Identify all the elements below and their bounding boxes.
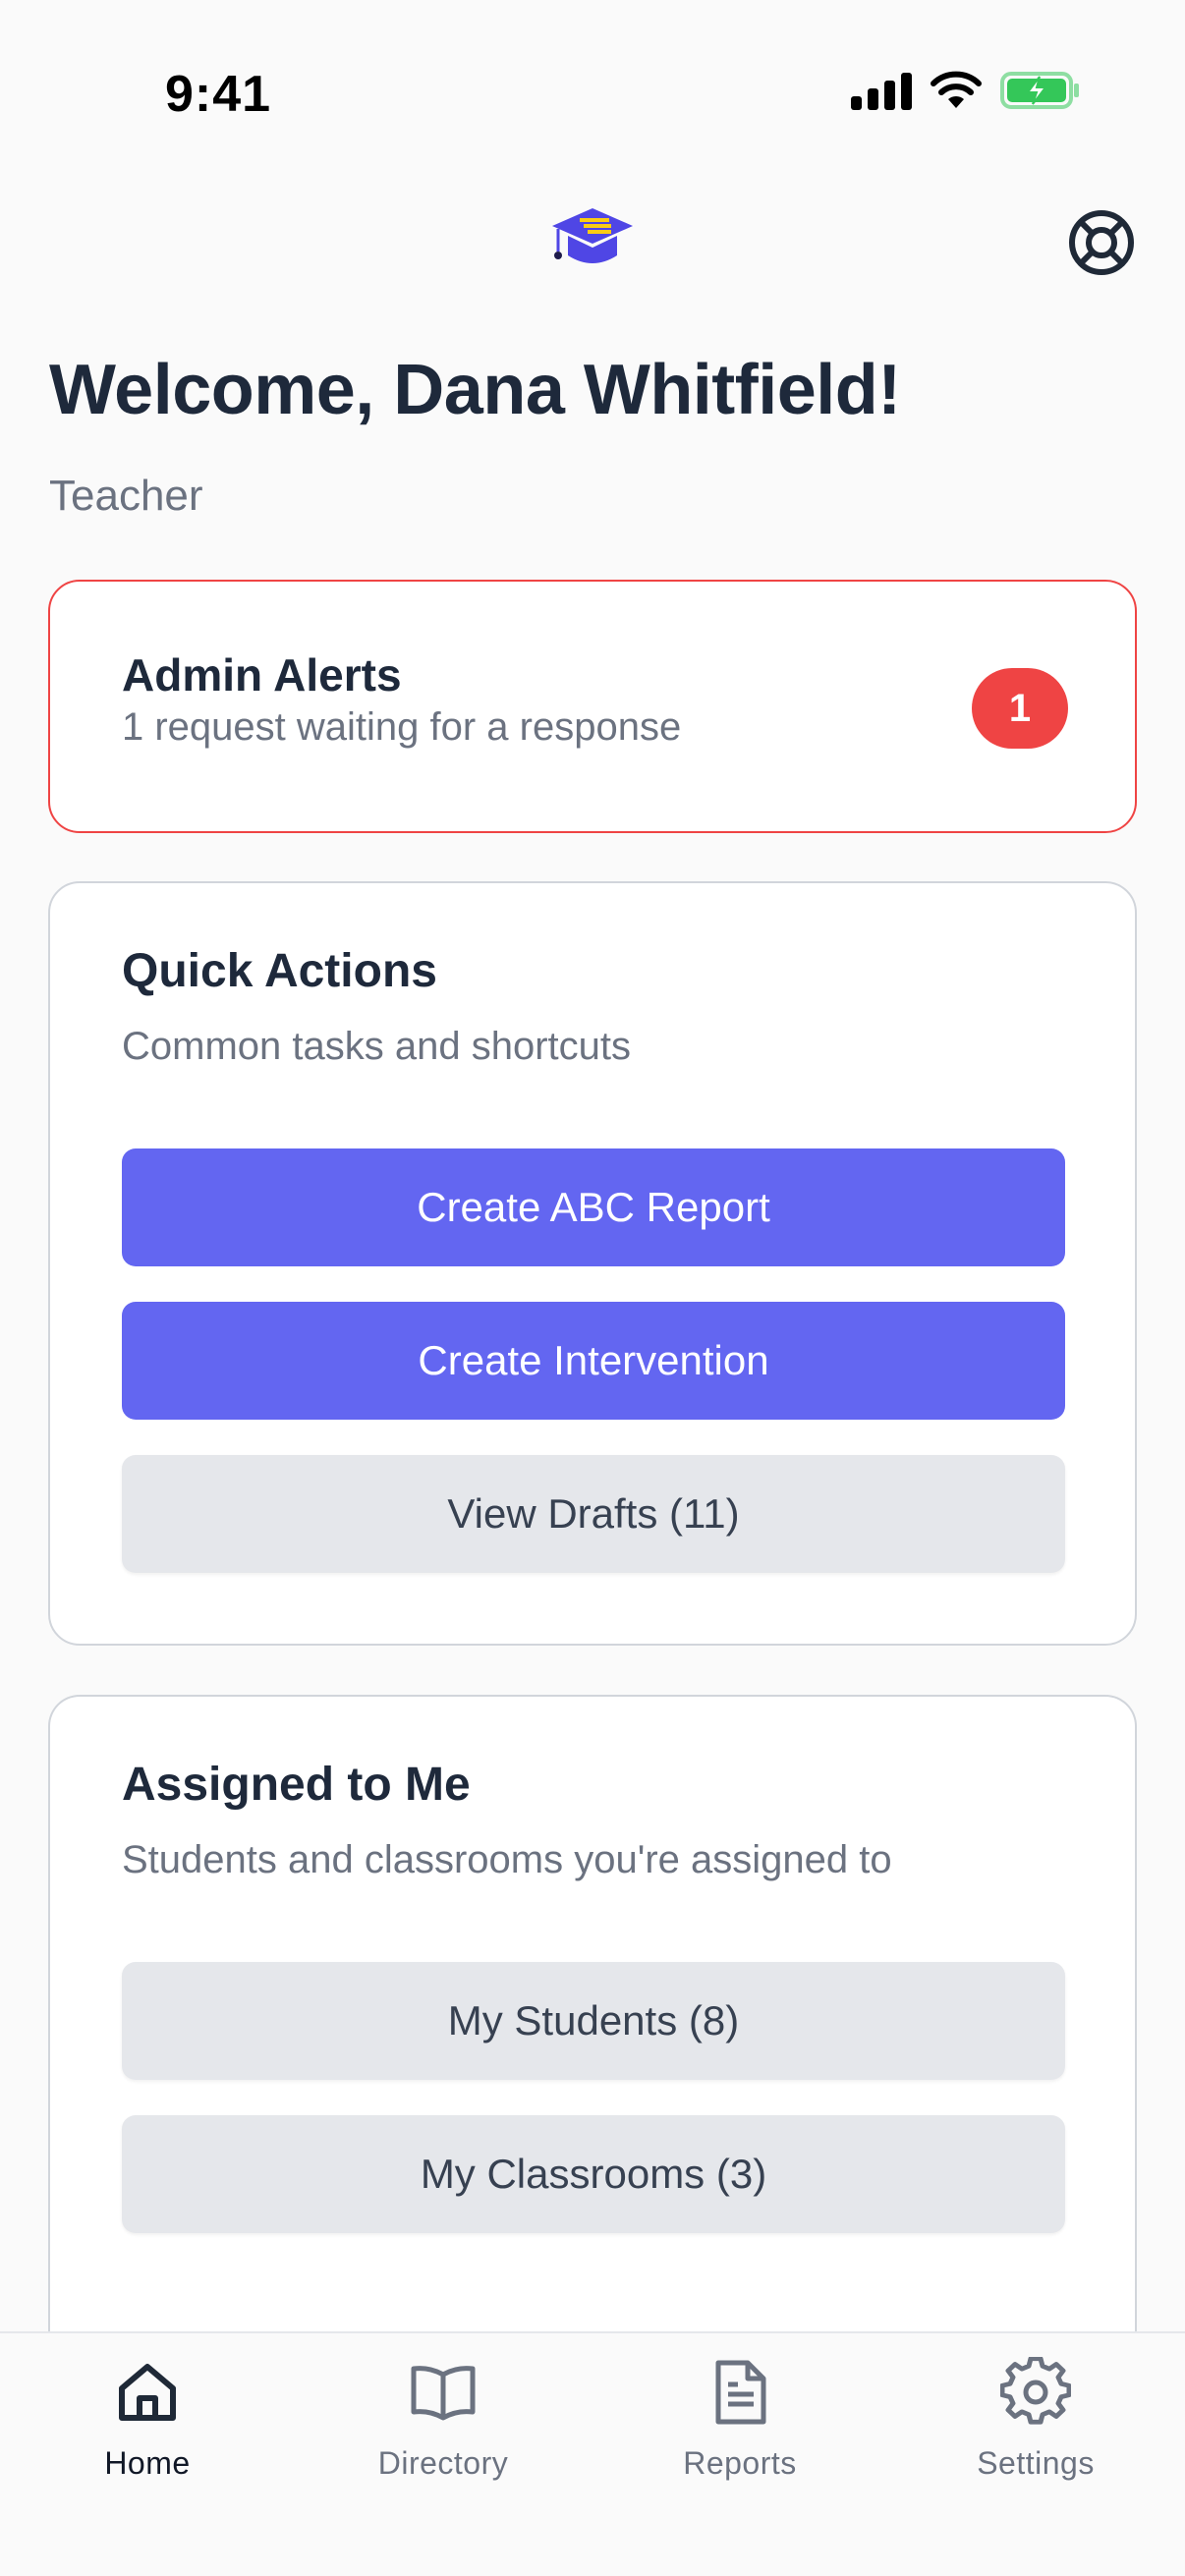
view-drafts-button[interactable]: View Drafts (11) xyxy=(122,1455,1065,1573)
tab-reports-label: Reports xyxy=(683,2445,797,2481)
tab-reports[interactable]: Reports xyxy=(632,2357,848,2494)
quick-actions-card: Quick Actions Common tasks and shortcuts… xyxy=(48,881,1137,1646)
document-icon xyxy=(715,2360,766,2425)
status-time: 9:41 xyxy=(165,66,272,123)
admin-alerts-card[interactable]: Admin Alerts 1 request waiting for a res… xyxy=(48,580,1137,833)
battery-charging-icon xyxy=(1000,72,1079,109)
welcome-heading: Welcome, Dana Whitfield! xyxy=(49,351,901,429)
book-icon xyxy=(411,2366,476,2421)
tab-directory[interactable]: Directory xyxy=(335,2357,551,2494)
tab-settings[interactable]: Settings xyxy=(928,2357,1144,2494)
assigned-title: Assigned to Me xyxy=(122,1759,471,1811)
quick-actions-subtitle: Common tasks and shortcuts xyxy=(122,1025,631,1068)
tab-directory-label: Directory xyxy=(377,2445,509,2481)
wifi-icon xyxy=(931,71,982,108)
gear-icon xyxy=(1000,2357,1071,2425)
home-screen: 9:41 Welcome, Dana Whitfield! Teacher Ad… xyxy=(0,0,1185,2576)
graduation-cap-logo-icon xyxy=(552,208,633,263)
home-icon xyxy=(119,2364,176,2421)
bottom-tab-bar: Home Directory Reports Settings xyxy=(0,2331,1185,2576)
admin-alerts-title: Admin Alerts xyxy=(122,649,402,700)
assigned-to-me-card: Assigned to Me Students and classrooms y… xyxy=(48,1695,1137,2363)
create-intervention-button[interactable]: Create Intervention xyxy=(122,1302,1065,1420)
cellular-signal-icon xyxy=(851,71,912,110)
tab-home-label: Home xyxy=(104,2445,191,2481)
status-icons xyxy=(851,71,1081,110)
quick-actions-title: Quick Actions xyxy=(122,945,437,997)
assigned-subtitle: Students and classrooms you're assigned … xyxy=(122,1838,892,1881)
tab-home[interactable]: Home xyxy=(39,2357,255,2494)
help-lifebuoy-icon[interactable] xyxy=(1067,208,1136,277)
tab-settings-label: Settings xyxy=(977,2445,1095,2481)
status-bar: 9:41 xyxy=(0,0,1185,187)
admin-alerts-subtitle: 1 request waiting for a response xyxy=(122,705,682,749)
my-classrooms-button[interactable]: My Classrooms (3) xyxy=(122,2115,1065,2233)
create-abc-report-button[interactable]: Create ABC Report xyxy=(122,1148,1065,1266)
my-students-button[interactable]: My Students (8) xyxy=(122,1962,1065,2080)
user-role: Teacher xyxy=(49,472,203,520)
alert-count-badge: 1 xyxy=(972,668,1068,749)
